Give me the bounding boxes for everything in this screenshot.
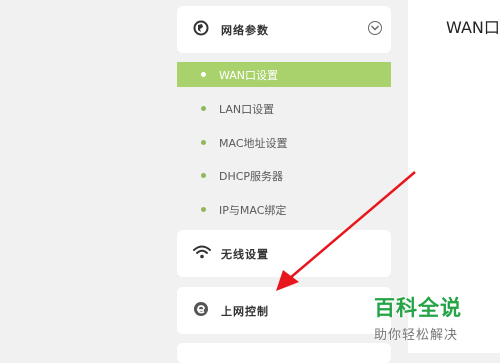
watermark-title: 百科全说 [374, 296, 462, 320]
watermark-subtitle: 助你轻松解决 [374, 328, 459, 343]
watermark: 百科全说 助你轻松解决 [374, 292, 492, 343]
